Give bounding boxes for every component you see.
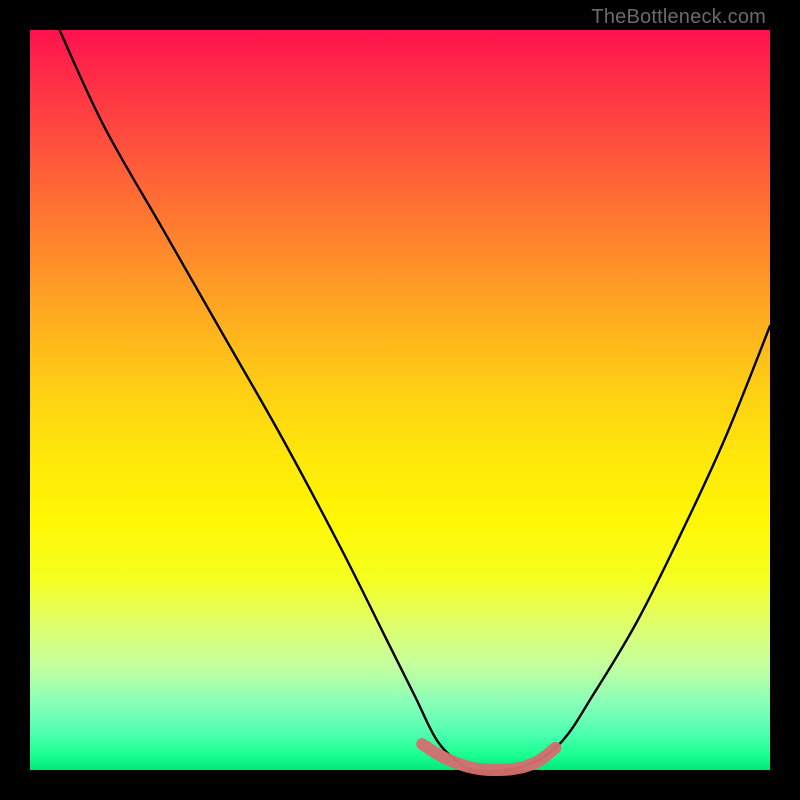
chart-svg (30, 30, 770, 770)
chart-frame: TheBottleneck.com (0, 0, 800, 800)
watermark-text: TheBottleneck.com (591, 6, 766, 29)
bottleneck-curve-line (60, 30, 770, 771)
